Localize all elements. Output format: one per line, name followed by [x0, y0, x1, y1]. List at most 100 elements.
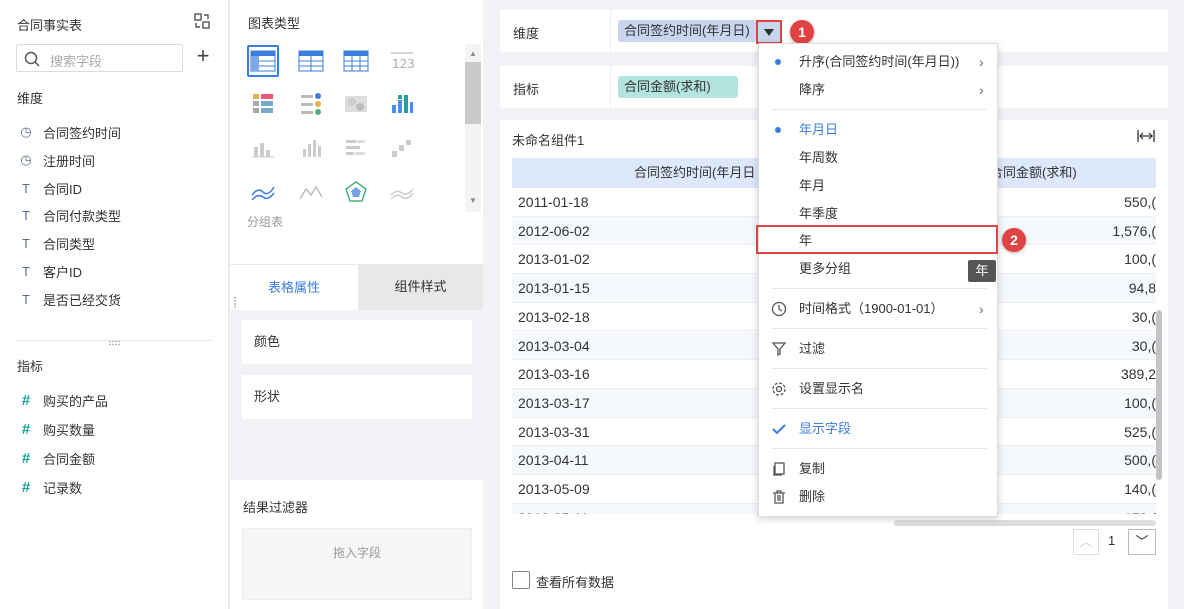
metric-field[interactable]: # 购买的产品	[17, 390, 108, 410]
menu-item[interactable]: 升序(合同签约时间(年月日)) ›	[759, 49, 997, 75]
radar-chart-type[interactable]	[340, 176, 372, 208]
table-vertical-scrollbar[interactable]	[1156, 310, 1164, 480]
heatmap-type[interactable]	[340, 88, 372, 120]
prev-page-button[interactable]: ︿	[1073, 529, 1099, 555]
copy-icon	[773, 462, 785, 476]
clock-icon	[771, 301, 787, 317]
chart-type-scrollbar[interactable]: ▲ ▼	[465, 44, 481, 212]
switch-dataset-icon[interactable]	[193, 12, 211, 30]
menu-divider	[771, 288, 987, 289]
filter-icon	[771, 342, 787, 357]
amount-cell: 100,(	[1124, 251, 1156, 268]
menu-item[interactable]: 年季度	[759, 201, 997, 227]
date-cell: 2013-02-18	[518, 308, 590, 325]
menu-item-label: 升序(合同签约时间(年月日))	[799, 54, 960, 69]
dimension-dropdown-button[interactable]	[756, 20, 782, 44]
scrollbar-thumb[interactable]	[465, 62, 481, 124]
date-cell: 2011-01-18	[518, 194, 589, 210]
menu-item[interactable]: 设置显示名	[759, 376, 997, 402]
expand-width-icon[interactable]	[1137, 129, 1155, 143]
amount-cell: 1,576,(	[1112, 222, 1156, 239]
resize-grip-icon[interactable]	[108, 340, 122, 346]
text-icon: T	[22, 291, 30, 307]
menu-item[interactable]: 年月日	[759, 117, 997, 143]
menu-item[interactable]: 年月	[759, 173, 997, 199]
detail-table-type[interactable]	[295, 45, 327, 77]
data-panel: 合同事实表 搜索字段 + 维度 ◷ 合同签约时间 ◷ 注册时间 T 合同ID T 合同付款类型…	[0, 0, 229, 609]
dimension-field[interactable]: T 合同付款类型	[17, 205, 121, 225]
grouped-table-type[interactable]	[247, 45, 279, 77]
shape-property[interactable]: 形状	[242, 375, 472, 419]
bar-chart-type[interactable]	[247, 132, 279, 164]
number-icon: #	[21, 391, 31, 409]
metric-field[interactable]: # 记录数	[17, 477, 82, 497]
tab-table-properties[interactable]: 表格属性	[230, 264, 358, 310]
dimension-field[interactable]: ◷ 合同签约时间	[17, 122, 121, 142]
menu-item[interactable]: 年周数	[759, 145, 997, 171]
amount-cell: 100,(	[1124, 394, 1156, 411]
dimension-field-label: 客户ID	[43, 264, 83, 280]
line-chart-type[interactable]	[247, 176, 279, 208]
dimension-field[interactable]: T 是否已经交货	[17, 289, 121, 309]
field-search-input[interactable]: 搜索字段	[16, 44, 183, 72]
color-property[interactable]: 颜色	[242, 320, 472, 364]
view-all-checkbox[interactable]	[512, 571, 530, 589]
waterfall-type[interactable]	[386, 132, 418, 164]
metric-field[interactable]: # 购买数量	[17, 419, 95, 439]
metric-field[interactable]: # 合同金额	[17, 448, 95, 468]
cross-table-type[interactable]	[340, 45, 372, 77]
date-cell: 2013-03-17	[518, 394, 590, 411]
menu-item[interactable]: 过滤	[759, 336, 997, 362]
dimension-field[interactable]: T 合同类型	[17, 233, 95, 253]
date-cell: 2013-05-11	[518, 504, 758, 514]
chevron-right-icon: ›	[979, 82, 984, 98]
widget-title: 未命名组件1	[512, 133, 585, 148]
metric-field-pill[interactable]: 合同金额(求和)	[618, 76, 738, 98]
indicator-card-type[interactable]	[295, 88, 327, 120]
menu-item[interactable]: 删除	[759, 484, 997, 510]
metric-field-label: 合同金额	[43, 451, 96, 467]
stacked-bar-type[interactable]	[340, 132, 372, 164]
text-icon: T	[22, 207, 30, 223]
row-separator	[610, 66, 611, 108]
menu-item[interactable]: 显示字段	[759, 416, 997, 442]
tab-component-style[interactable]: 组件样式	[358, 264, 483, 310]
kpi-number-type[interactable]: 123	[386, 45, 418, 77]
check-icon	[772, 424, 786, 435]
count-icon: #	[21, 478, 31, 496]
dimension-field-pill[interactable]: 合同签约时间(年月日)	[618, 20, 756, 42]
next-page-button[interactable]: ﹀	[1128, 529, 1156, 555]
amount-cell: 30,(	[1131, 308, 1156, 325]
add-field-button[interactable]: +	[192, 45, 214, 68]
metric-field-label: 记录数	[43, 480, 83, 496]
dimension-field[interactable]: ◷ 注册时间	[17, 150, 95, 170]
date-cell: 2013-03-04	[518, 337, 590, 354]
result-filter-section: 结果过滤器 拖入字段	[230, 481, 483, 609]
metric-field-label: 购买数量	[43, 422, 96, 438]
dimension-field[interactable]: T 客户ID	[17, 261, 82, 281]
filter-drop-zone[interactable]: 拖入字段	[242, 528, 472, 600]
chart-type-title: 图表类型	[248, 16, 301, 31]
panel-resize-grip-icon[interactable]	[233, 296, 237, 310]
selected-dot-icon	[775, 127, 781, 133]
menu-item-label: 更多分组	[799, 261, 852, 276]
table-horizontal-scrollbar[interactable]	[894, 520, 1156, 526]
kpi-card-type[interactable]	[247, 88, 279, 120]
area-chart-type[interactable]	[295, 176, 327, 208]
column-header-date[interactable]: 合同签约时间(年月日	[634, 158, 772, 188]
page-number: 1	[1108, 533, 1116, 548]
menu-item[interactable]: 复制	[759, 456, 997, 482]
scatter-line-type[interactable]	[386, 176, 418, 208]
amount-cell: 550,(	[1124, 194, 1156, 210]
svg-text:123: 123	[392, 57, 415, 71]
column-header-amount[interactable]: 合同金额(求和)	[990, 158, 1150, 188]
date-cell: 2013-03-31	[518, 423, 590, 440]
dimension-field[interactable]: T 合同ID	[17, 178, 82, 198]
menu-divider	[771, 448, 987, 449]
bar-heat-type[interactable]	[386, 88, 418, 120]
menu-item[interactable]: 降序 ›	[759, 77, 997, 103]
column-chart-type[interactable]	[295, 132, 327, 164]
amount-cell: 500,(	[1124, 452, 1156, 469]
menu-item[interactable]: 更多分组	[759, 256, 997, 282]
menu-item[interactable]: 时间格式（1900-01-01） ›	[759, 296, 997, 322]
